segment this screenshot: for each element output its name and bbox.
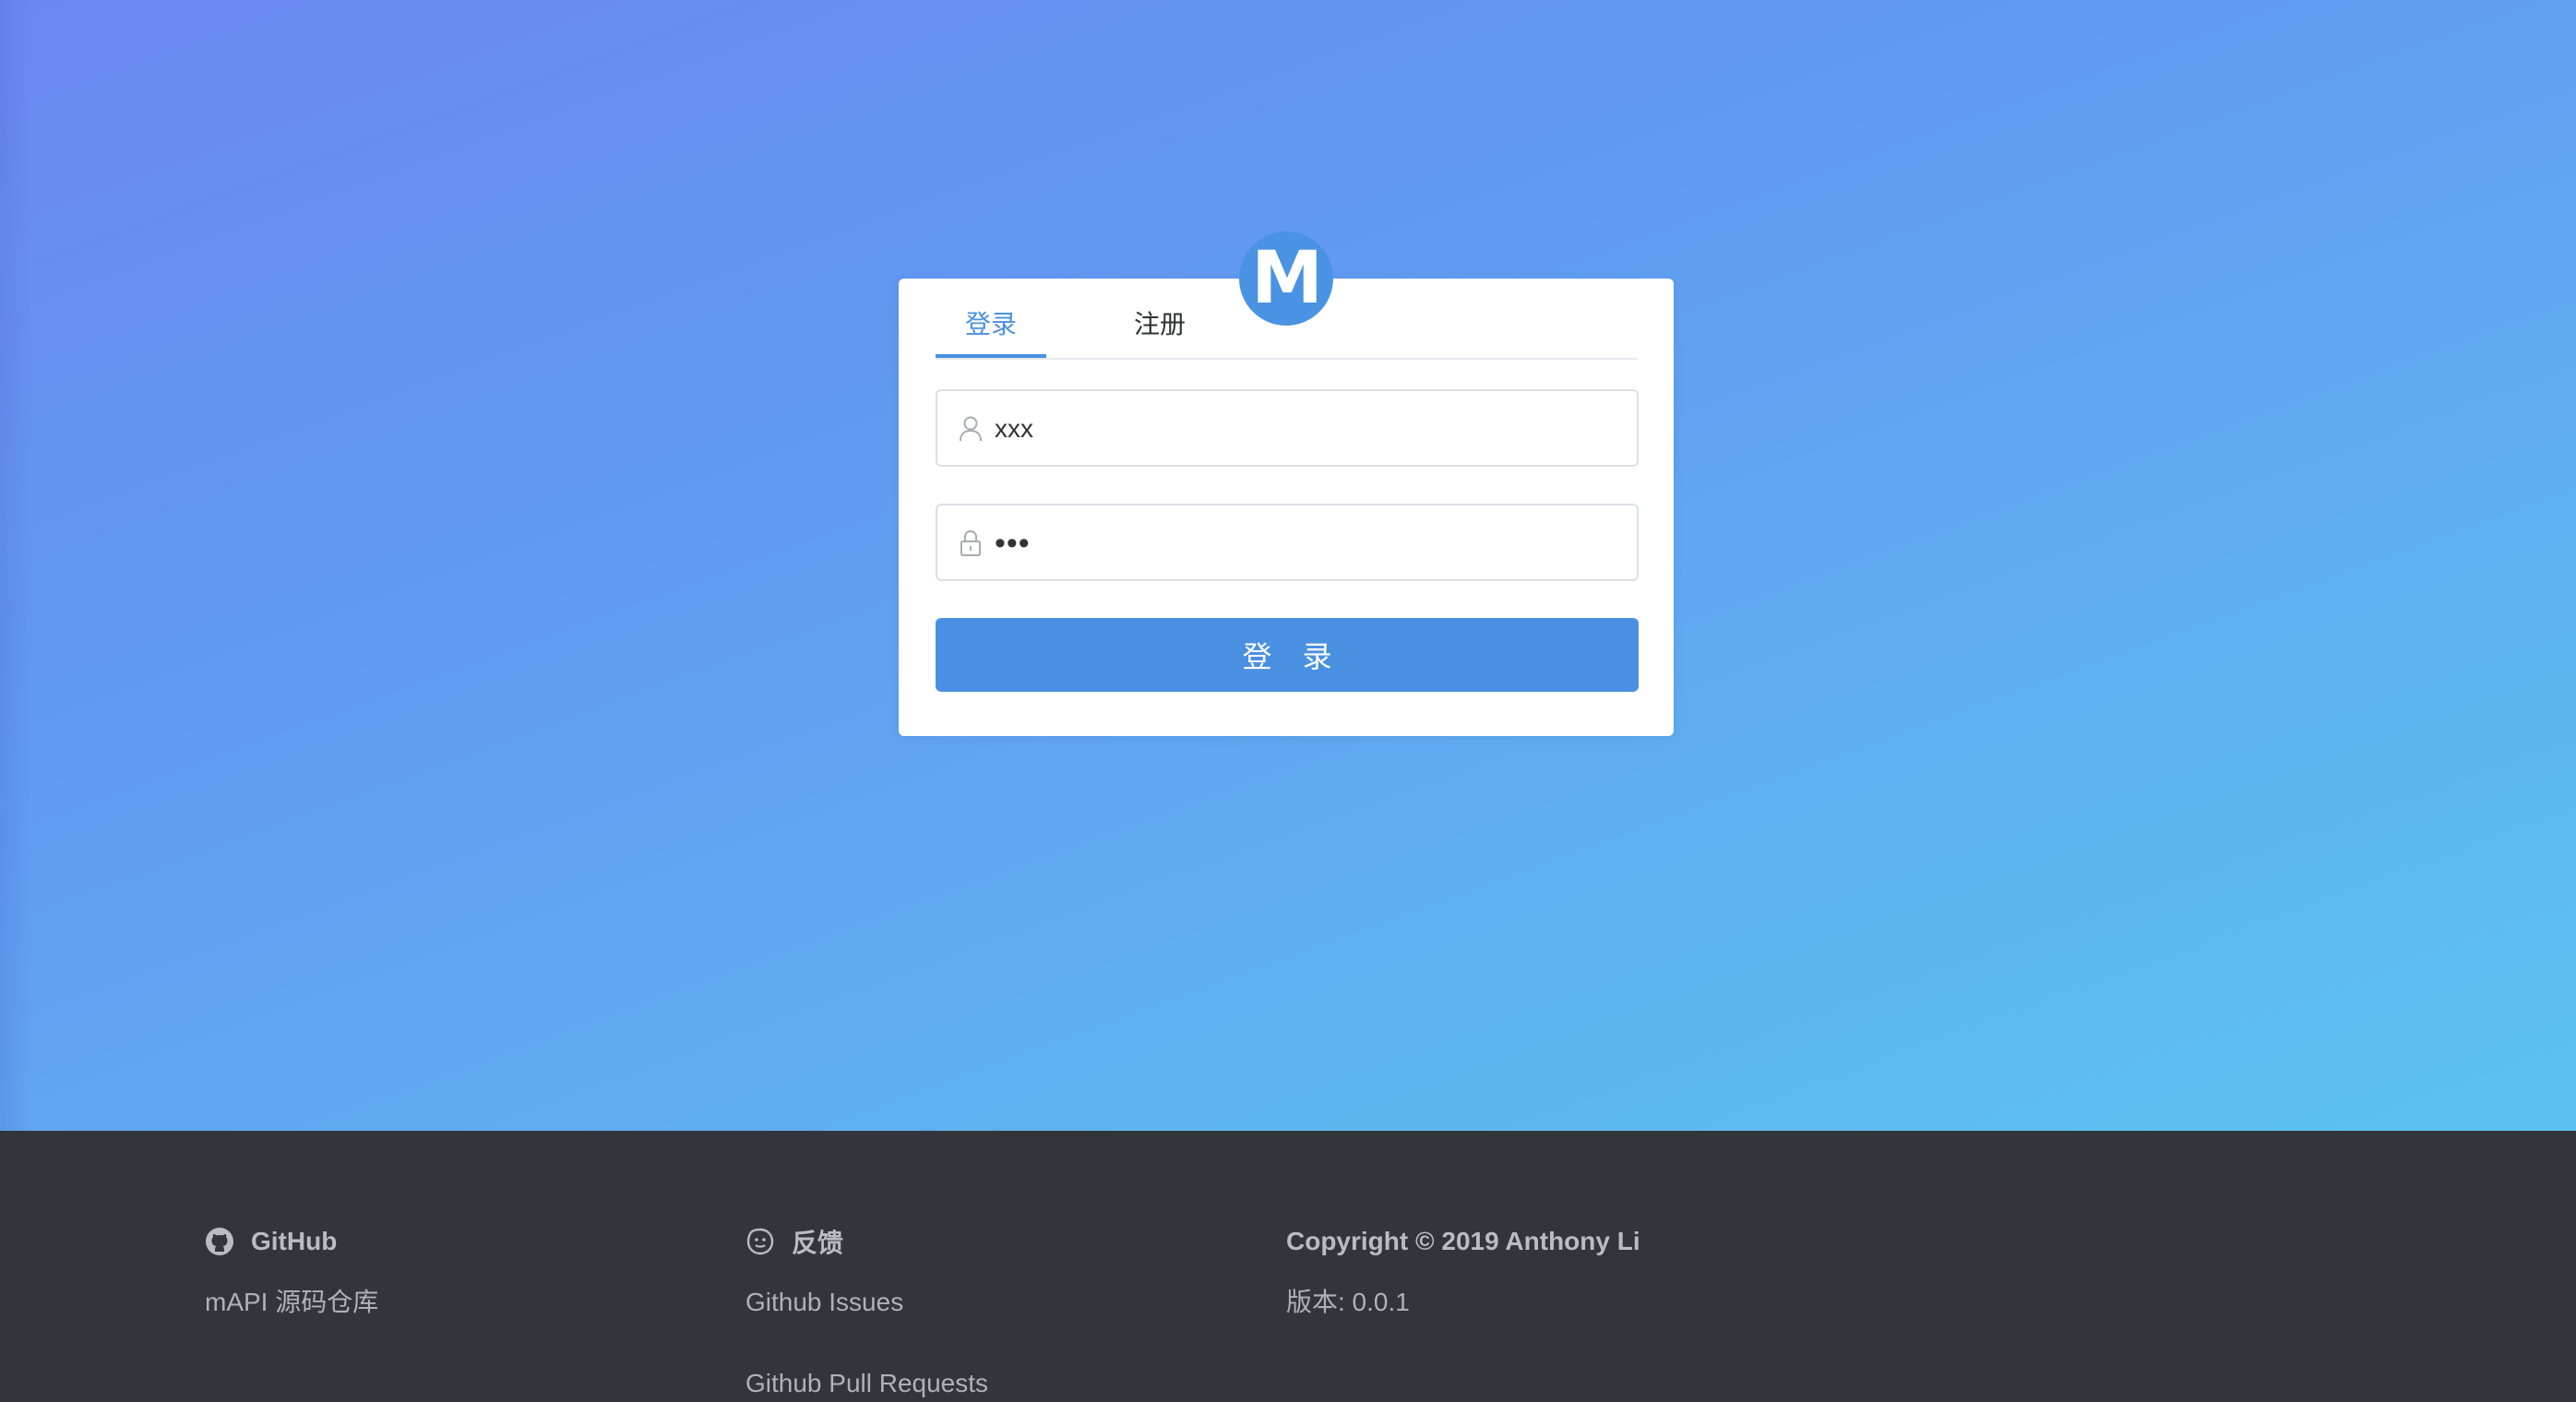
footer-link-issues[interactable]: Github Issues (745, 1284, 988, 1321)
footer-version: 版本: 0.0.1 (1286, 1288, 1410, 1316)
hero-edge-shade (0, 0, 31, 1131)
footer-github-column: GitHub mAPI 源码仓库 (205, 1223, 378, 1321)
footer-about-column: Copyright © 2019 Anthony Li 版本: 0.0.1 (1286, 1223, 1640, 1321)
lock-icon (960, 529, 981, 556)
smile-icon (746, 1228, 774, 1255)
password-input[interactable] (993, 505, 1624, 581)
footer-feedback-column: 反馈 Github Issues Github Pull Requests (745, 1223, 988, 1402)
footer-github-heading: GitHub (205, 1223, 378, 1260)
github-icon (206, 1228, 233, 1255)
footer-feedback-heading: 反馈 (745, 1223, 988, 1260)
tab-register[interactable]: 注册 (1134, 304, 1186, 341)
footer-link-source-repo[interactable]: mAPI 源码仓库 (205, 1284, 378, 1321)
user-icon (960, 416, 982, 442)
footer-feedback-title: 反馈 (792, 1229, 844, 1257)
login-button[interactable]: 登 录 (936, 618, 1639, 692)
footer-copyright: Copyright © 2019 Anthony Li (1286, 1227, 1640, 1255)
site-footer: GitHub mAPI 源码仓库 反馈 Github Issues Github… (0, 1131, 2576, 1402)
login-card: 登录 注册 登 录 (899, 279, 1674, 736)
username-input[interactable] (993, 391, 1624, 467)
username-field[interactable] (936, 389, 1639, 467)
tab-login[interactable]: 登录 (965, 304, 1017, 341)
footer-link-pull-requests[interactable]: Github Pull Requests (745, 1365, 988, 1402)
password-field[interactable] (936, 504, 1639, 581)
app-logo: M (1239, 232, 1333, 326)
active-tab-indicator (936, 354, 1046, 358)
footer-github-title: GitHub (251, 1227, 338, 1255)
